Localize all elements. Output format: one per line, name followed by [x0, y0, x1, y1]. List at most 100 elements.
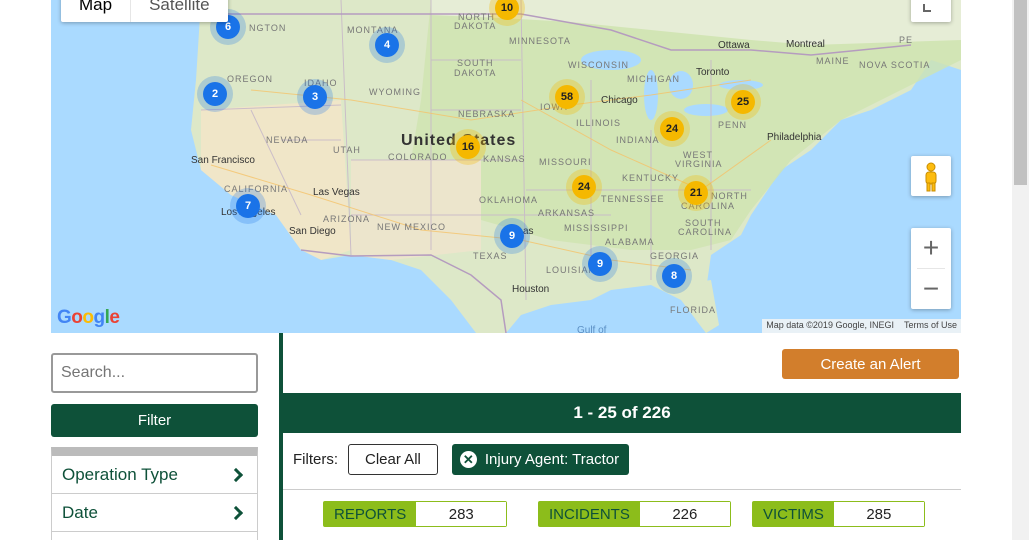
map-cluster-marker[interactable]: 21 — [678, 175, 714, 211]
facet-label: Operation Type — [62, 464, 178, 484]
map-city-label: Montreal — [786, 39, 825, 50]
map-cluster-count: 9 — [588, 252, 612, 276]
map-cluster-count: 58 — [555, 85, 579, 109]
map-state-label: WISCONSIN — [568, 60, 630, 70]
map-cluster-count: 21 — [684, 181, 708, 205]
zoom-in-button[interactable]: + — [911, 228, 951, 268]
map-cluster-marker[interactable]: 24 — [566, 169, 602, 205]
map-state-label: ILLINOIS — [576, 118, 622, 128]
map-cluster-count: 16 — [456, 135, 480, 159]
map-cluster-count: 3 — [303, 85, 327, 109]
page-scrollbar[interactable] — [1012, 0, 1029, 540]
map-state-label: UTAH — [333, 145, 361, 155]
stat-value: 226 — [639, 502, 730, 526]
results-range: 1 - 25 of 226 — [573, 403, 671, 422]
map-state-label: MICHIGAN — [627, 74, 680, 84]
fullscreen-icon — [923, 4, 931, 12]
map-cluster-marker[interactable]: 4 — [369, 27, 405, 63]
map-cluster-marker[interactable]: 9 — [494, 218, 530, 254]
map-cluster-marker[interactable]: 3 — [297, 79, 333, 115]
map-state-label: MISSOURI — [539, 157, 592, 167]
map-state-label: WYOMING — [369, 87, 421, 97]
map-view[interactable]: NGTON MONTANA NORTH DAKOTA MINNESOTA Ottawa Mo… — [51, 0, 961, 333]
active-filters: Filters: Clear All ✕ Injury Agent: Tract… — [293, 444, 630, 475]
facet-list: Operation Type Date — [51, 447, 258, 540]
pegman-icon — [925, 162, 937, 192]
map-state-label: SOUTH — [457, 58, 494, 68]
map-state-label: VIRGINIA — [675, 159, 723, 169]
map-state-label: TEXAS — [473, 251, 508, 261]
results-count-bar: 1 - 25 of 226 — [283, 393, 961, 433]
map-attribution: Map data ©2019 Google, INEGI Terms of Us… — [762, 319, 961, 333]
street-view-pegman-button[interactable] — [911, 156, 951, 196]
map-cluster-marker[interactable]: 2 — [197, 76, 233, 112]
zoom-out-button[interactable]: − — [911, 269, 951, 309]
map-state-label: DAKOTA — [454, 21, 497, 31]
map-cluster-marker[interactable]: 58 — [549, 79, 585, 115]
map-state-label: INDIANA — [616, 135, 660, 145]
map-city-label: Toronto — [696, 67, 730, 78]
content-divider — [279, 333, 283, 540]
page-root: NGTON MONTANA NORTH DAKOTA MINNESOTA Ottawa Mo… — [0, 0, 1029, 540]
remove-filter-icon[interactable]: ✕ — [459, 451, 477, 468]
fullscreen-button[interactable] — [911, 0, 951, 22]
map-city-label: Las Vegas — [313, 187, 360, 198]
map-cluster-marker[interactable]: 24 — [654, 111, 690, 147]
map-state-label: NEVADA — [266, 135, 309, 145]
map-state-label: CAROLINA — [678, 227, 733, 237]
map-state-label: PENN — [718, 120, 748, 130]
map-data-credit: Map data ©2019 Google, INEGI — [766, 320, 894, 330]
map-cluster-marker[interactable]: 16 — [450, 129, 486, 165]
map-cluster-count: 2 — [203, 82, 227, 106]
stat-label: VICTIMS — [753, 502, 834, 526]
map-state-label: PE — [899, 35, 914, 45]
map-cluster-marker[interactable]: 9 — [582, 246, 618, 282]
map-city-label: Philadelphia — [767, 132, 822, 143]
stat-incidents: INCIDENTS 226 — [538, 501, 731, 527]
facet-label: Date — [62, 502, 98, 522]
map-state-label: TENNESSEE — [601, 194, 665, 204]
google-logo: Google — [57, 307, 120, 328]
map-city-label: Ottawa — [718, 40, 750, 51]
map-cluster-marker[interactable]: 7 — [230, 188, 266, 224]
map-city-label: Houston — [512, 284, 550, 295]
stat-victims: VICTIMS 285 — [752, 501, 925, 527]
zoom-control: + − — [911, 228, 951, 309]
map-cluster-count: 9 — [500, 224, 524, 248]
map-cluster-marker[interactable]: 8 — [656, 258, 692, 294]
map-state-label: NEW MEXICO — [377, 222, 447, 232]
map-state-label: KANSAS — [483, 154, 526, 164]
terms-of-use-link[interactable]: Terms of Use — [904, 320, 957, 332]
filter-chip-label: Injury Agent: Tractor — [484, 451, 620, 468]
filters-label: Filters: — [293, 451, 338, 468]
map-water-label: Gulf of — [577, 325, 607, 333]
map-type-satellite-button[interactable]: Satellite — [131, 0, 227, 22]
map-cluster-marker[interactable]: 25 — [725, 84, 761, 120]
map-city-label: San Francisco — [191, 155, 255, 166]
filter-button[interactable]: Filter — [51, 404, 258, 437]
facet-date[interactable]: Date — [52, 494, 257, 532]
map-type-control: Map Satellite — [61, 0, 228, 22]
filter-chip-injury-agent[interactable]: ✕ Injury Agent: Tractor — [451, 444, 630, 475]
map-cluster-count: 10 — [495, 0, 519, 20]
map-cluster-count: 25 — [731, 90, 755, 114]
create-alert-button[interactable]: Create an Alert — [782, 349, 959, 379]
map-cluster-count: 4 — [375, 33, 399, 57]
map-state-label: DAKOTA — [454, 68, 497, 78]
stat-reports: REPORTS 283 — [323, 501, 508, 527]
stat-label: INCIDENTS — [539, 502, 640, 526]
map-state-label: MISSISSIPPI — [564, 223, 629, 233]
map-type-map-button[interactable]: Map — [61, 0, 132, 22]
search-input[interactable] — [51, 353, 258, 393]
stat-label: REPORTS — [324, 502, 417, 526]
clear-all-button[interactable]: Clear All — [348, 444, 438, 475]
map-cluster-count: 7 — [236, 194, 260, 218]
map-cluster-count: 24 — [572, 175, 596, 199]
divider-line — [283, 489, 961, 490]
scrollbar-thumb[interactable] — [1014, 0, 1027, 185]
map-cluster-count: 24 — [660, 117, 684, 141]
chevron-right-icon — [228, 467, 244, 482]
map-cluster-count: 8 — [662, 264, 686, 288]
map-state-label: ARKANSAS — [538, 208, 596, 218]
facet-operation-type[interactable]: Operation Type — [52, 456, 257, 494]
